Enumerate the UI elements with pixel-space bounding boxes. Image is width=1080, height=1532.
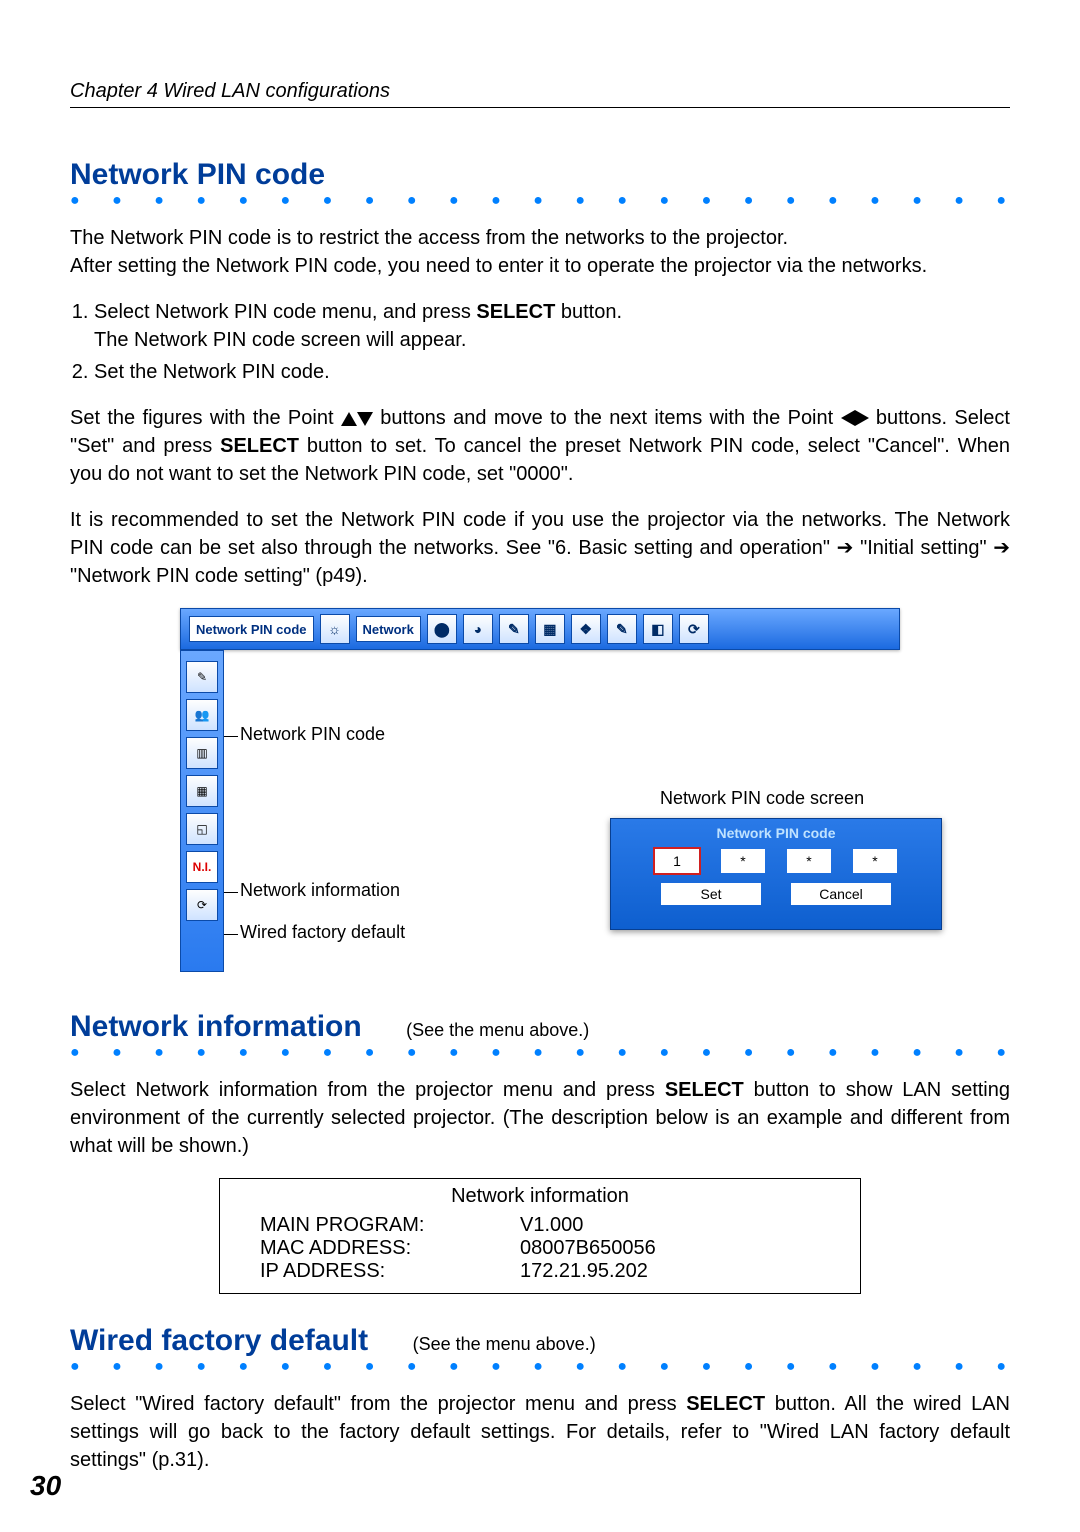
- table-key: MAIN PROGRAM:: [260, 1214, 520, 1237]
- table-key: MAC ADDRESS:: [260, 1237, 520, 1260]
- arrow-right-icon: [855, 410, 869, 426]
- table-value: 08007B650056: [520, 1237, 656, 1260]
- side-icon: ✎: [186, 661, 218, 693]
- text: Select Network information from the proj…: [70, 1079, 665, 1101]
- arrow-down-icon: [357, 412, 373, 426]
- pin-digit-3[interactable]: *: [787, 849, 831, 873]
- pin-screen-title: Network PIN code: [611, 825, 941, 841]
- table-value: 172.21.95.202: [520, 1260, 648, 1283]
- pin-buttons: Set Cancel: [611, 883, 941, 905]
- menu-bar: Network PIN code ☼ Network ⬤ ◕ ✎ ▦ ❖ ✎ ◧…: [180, 608, 900, 650]
- intro-paragraph: The Network PIN code is to restrict the …: [70, 224, 1010, 280]
- text: buttons and move to the next items with …: [380, 407, 840, 429]
- menu-icon: ✎: [607, 614, 637, 644]
- net-info-paragraph: Select Network information from the proj…: [70, 1076, 1010, 1160]
- pin-digits: 1 * * *: [611, 849, 941, 873]
- instruction-paragraph: Set the figures with the Point buttons a…: [70, 404, 1010, 488]
- select-keyword: SELECT: [686, 1393, 765, 1415]
- select-keyword: SELECT: [476, 301, 555, 323]
- cancel-button[interactable]: Cancel: [791, 883, 891, 905]
- section-title: Network information: [70, 1010, 362, 1043]
- arrow-icon: ➔: [993, 537, 1010, 559]
- callout-pin: Network PIN code: [240, 724, 385, 744]
- menu-icon: ❖: [571, 614, 601, 644]
- dotted-rule: ● ● ● ● ● ● ● ● ● ● ● ● ● ● ● ● ● ● ● ● …: [70, 1044, 1010, 1062]
- pin-digit-4[interactable]: *: [853, 849, 897, 873]
- section-title: Network PIN code: [70, 158, 325, 191]
- menu-side-icons: ✎ 👥 ▥ ▦ ◱ N.I. ⟳: [180, 650, 224, 972]
- table-row: MAIN PROGRAM: V1.000: [260, 1214, 820, 1237]
- steps-list: Select Network PIN code menu, and press …: [70, 298, 1010, 386]
- arrow-icon: ➔: [837, 537, 854, 559]
- text: The Network PIN code is to restrict the …: [70, 227, 788, 249]
- text: "Network PIN code setting" (p49).: [70, 565, 368, 587]
- select-keyword: SELECT: [665, 1079, 744, 1101]
- section-note: (See the menu above.): [413, 1334, 596, 1354]
- table-title: Network information: [260, 1185, 820, 1208]
- menu-icon: ☼: [320, 614, 350, 644]
- recommend-paragraph: It is recommended to set the Network PIN…: [70, 506, 1010, 590]
- text: "Initial setting": [860, 537, 993, 559]
- menu-tab-pin: Network PIN code: [189, 616, 314, 642]
- table-row: MAC ADDRESS: 08007B650056: [260, 1237, 820, 1260]
- arrow-up-icon: [341, 412, 357, 426]
- step-2: Set the Network PIN code.: [94, 358, 1010, 386]
- section-wired-default: Wired factory default (See the menu abov…: [70, 1324, 1010, 1474]
- text: After setting the Network PIN code, you …: [70, 255, 927, 277]
- chapter-header: Chapter 4 Wired LAN configurations: [70, 80, 1010, 108]
- page-number: 30: [30, 1470, 61, 1502]
- menu-icon: ▦: [535, 614, 565, 644]
- step-1: Select Network PIN code menu, and press …: [94, 298, 1010, 354]
- text: button.: [555, 301, 622, 323]
- section-note: (See the menu above.): [406, 1020, 589, 1040]
- side-icon: ▦: [186, 775, 218, 807]
- pin-digit-1[interactable]: 1: [655, 849, 699, 873]
- dotted-rule: ● ● ● ● ● ● ● ● ● ● ● ● ● ● ● ● ● ● ● ● …: [70, 192, 1010, 210]
- set-button[interactable]: Set: [661, 883, 761, 905]
- pin-screen-label: Network PIN code screen: [660, 788, 864, 809]
- section-network-pin: Network PIN code ● ● ● ● ● ● ● ● ● ● ● ●…: [70, 158, 1010, 990]
- pin-digit-2[interactable]: *: [721, 849, 765, 873]
- text: Set the figures with the Point: [70, 407, 341, 429]
- menu-icon: ✎: [499, 614, 529, 644]
- side-icon: ◱: [186, 813, 218, 845]
- menu-tab-network: Network: [356, 616, 421, 642]
- text: Select "Wired factory default" from the …: [70, 1393, 686, 1415]
- side-icon: ▥: [186, 737, 218, 769]
- menu-icon: ⬤: [427, 614, 457, 644]
- menu-screenshot: Network PIN code ☼ Network ⬤ ◕ ✎ ▦ ❖ ✎ ◧…: [180, 608, 900, 990]
- menu-icon: ◧: [643, 614, 673, 644]
- table-key: IP ADDRESS:: [260, 1260, 520, 1283]
- section-network-info: Network information (See the menu above.…: [70, 1010, 1010, 1294]
- section-title: Wired factory default: [70, 1324, 368, 1357]
- text: Select Network PIN code menu, and press: [94, 301, 476, 323]
- menu-icon: ⟳: [679, 614, 709, 644]
- select-keyword: SELECT: [220, 435, 299, 457]
- side-icon-default: ⟳: [186, 889, 218, 921]
- callout-default: Wired factory default: [240, 922, 405, 942]
- side-icon-pin: 👥: [186, 699, 218, 731]
- table-row: IP ADDRESS: 172.21.95.202: [260, 1260, 820, 1283]
- arrow-left-icon: [841, 410, 855, 426]
- table-value: V1.000: [520, 1214, 583, 1237]
- network-info-table: Network information MAIN PROGRAM: V1.000…: [219, 1178, 861, 1294]
- side-icon-ni: N.I.: [186, 851, 218, 883]
- dotted-rule: ● ● ● ● ● ● ● ● ● ● ● ● ● ● ● ● ● ● ● ● …: [70, 1358, 1010, 1376]
- pin-code-screen: Network PIN code 1 * * * Set Cancel: [610, 818, 942, 930]
- page: Chapter 4 Wired LAN configurations Netwo…: [0, 0, 1080, 1532]
- menu-icon: ◕: [463, 614, 493, 644]
- step-1-sub: The Network PIN code screen will appear.: [94, 326, 1010, 354]
- callout-info: Network information: [240, 880, 400, 900]
- wired-default-paragraph: Select "Wired factory default" from the …: [70, 1390, 1010, 1474]
